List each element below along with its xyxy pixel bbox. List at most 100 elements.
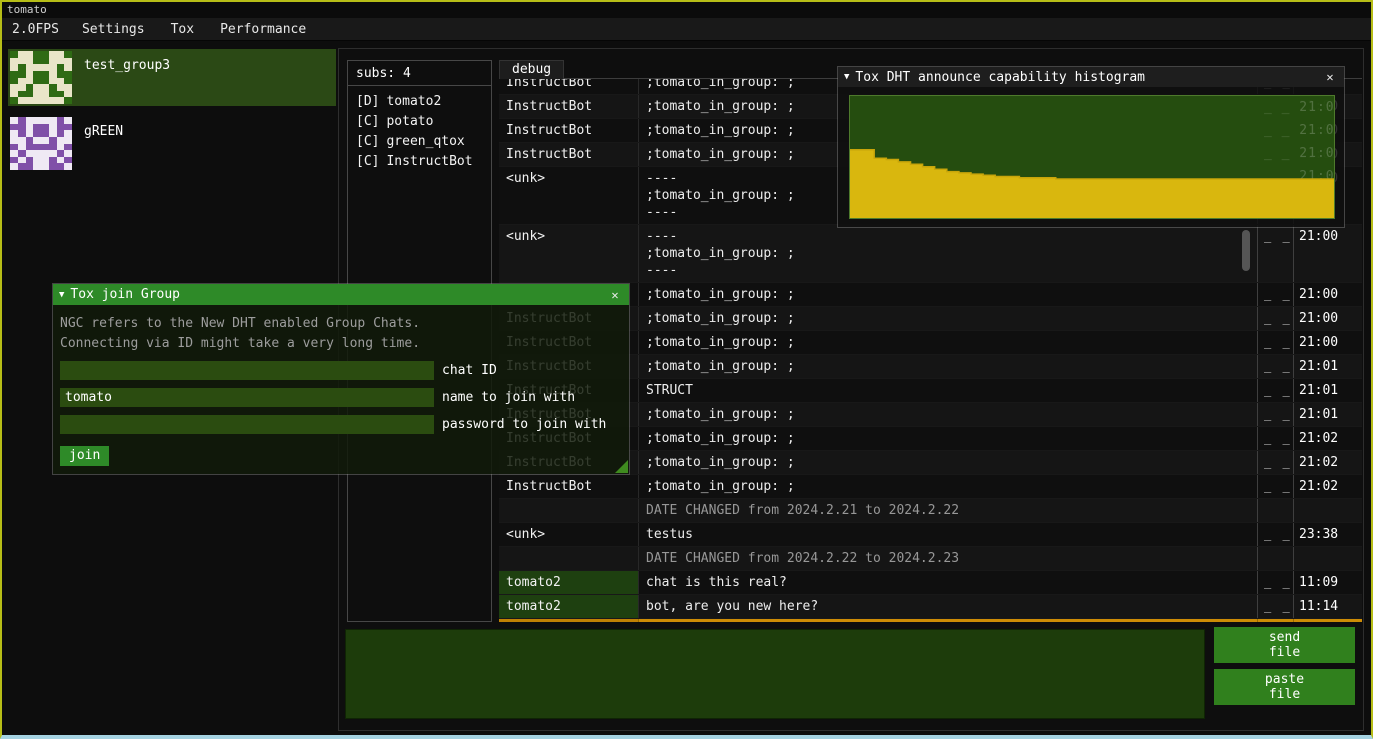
chat-status-flags: _ _ (1258, 307, 1294, 330)
date-changed-row: DATE CHANGED from 2024.2.22 to 2024.2.23 (499, 547, 1362, 571)
paste-file-label-line1: paste (1265, 672, 1304, 687)
chat-row: tomato2bot, are you new here?_ _11:14 (499, 595, 1362, 619)
fps-counter: 2.0FPS (2, 22, 69, 37)
join-input-password[interactable] (60, 415, 434, 434)
chat-sender-name: InstructBot (499, 79, 639, 94)
histogram-body: _ _ 21:00_ _ 21:00_ _ 21:00_ _ 21:00 (838, 87, 1344, 227)
chat-scrollbar-thumb[interactable] (1242, 230, 1250, 271)
chat-message-line: ---- (646, 228, 1250, 245)
member-item-tomato2[interactable]: [D] tomato2 (356, 92, 483, 112)
member-status-tag: [D] (356, 94, 379, 109)
chat-timestamp: 11:09 (1294, 571, 1362, 594)
chat-message: ;tomato_in_group: ; (639, 355, 1258, 378)
chat-status-flags: _ _ (1258, 225, 1294, 282)
chat-status-flags: _ _ (1258, 523, 1294, 546)
chat-message: STRUCT (639, 379, 1258, 402)
chat-status-flags: _ _ (1258, 283, 1294, 306)
chat-timestamp: 11:15 (1294, 619, 1362, 622)
chat-timestamp: 21:01 (1294, 379, 1362, 402)
chat-timestamp: 21:02 (1294, 427, 1362, 450)
close-icon[interactable]: ✕ (1322, 70, 1338, 84)
join-group-window: ▼ Tox join Group ✕ NGC refers to the New… (52, 283, 630, 475)
chat-flags-cell (1258, 499, 1294, 522)
chat-status-flags: _ _ (1258, 427, 1294, 450)
send-file-label-line1: send (1269, 630, 1300, 645)
join-description-line1: NGC refers to the New DHT enabled Group … (60, 314, 622, 334)
join-input-chat-id[interactable] (60, 361, 434, 380)
chat-status-flags: _ _ (1258, 331, 1294, 354)
chat-message-line: ;tomato_in_group: ; (646, 245, 1250, 262)
member-status-tag: [C] (356, 134, 379, 149)
join-group-body: NGC refers to the New DHT enabled Group … (53, 305, 629, 474)
collapse-arrow-icon[interactable]: ▼ (59, 290, 64, 300)
chat-message-line: ;tomato_in_group: ; (646, 430, 1250, 447)
date-changed-text: DATE CHANGED from 2024.2.21 to 2024.2.22 (639, 499, 1258, 522)
send-file-label-line2: file (1269, 645, 1300, 660)
chat-timestamp: 21:00 (1294, 307, 1362, 330)
chat-message-line: ;tomato_in_group: ; (646, 334, 1250, 351)
chat-message-line: ;tomato_in_group: ; (646, 454, 1250, 471)
member-name: tomato2 (386, 94, 441, 109)
send-file-button[interactable]: send file (1214, 627, 1355, 663)
histogram-plot[interactable]: _ _ 21:00_ _ 21:00_ _ 21:00_ _ 21:00 (849, 95, 1335, 219)
member-item-potato[interactable]: [C]potato (356, 112, 483, 132)
join-group-title: Tox join Group (70, 287, 601, 302)
menu-item-performance[interactable]: Performance (207, 22, 319, 37)
menu-item-tox[interactable]: Tox (158, 22, 207, 37)
chat-message-line: ;tomato_in_group: ; (646, 358, 1250, 375)
chat-flags-cell (1258, 547, 1294, 570)
chat-message: ;tomato_in_group: ; (639, 283, 1258, 306)
input-label: name to join with (442, 390, 575, 405)
join-field-row: tomato name to join with (60, 388, 622, 407)
chat-timestamp: 21:01 (1294, 403, 1362, 426)
member-item-InstructBot[interactable]: [C] InstructBot (356, 152, 483, 172)
input-value: tomato (65, 390, 112, 405)
paste-file-label-line2: file (1269, 687, 1300, 702)
histogram-area (850, 150, 1334, 218)
group-item-test_group3[interactable]: test_group3 (8, 49, 336, 106)
member-status-tag: [C] (356, 154, 379, 169)
join-button[interactable]: join (60, 446, 109, 466)
chat-time-cell (1294, 499, 1362, 522)
histogram-titlebar[interactable]: ▼ Tox DHT announce capability histogram … (838, 67, 1344, 87)
chat-timestamp: 21:00 (1294, 225, 1362, 282)
chat-name-cell (499, 499, 639, 522)
chat-row: <unk>testus_ _23:38 (499, 523, 1362, 547)
join-group-titlebar[interactable]: ▼ Tox join Group ✕ (53, 284, 629, 305)
chat-time-cell (1294, 547, 1362, 570)
chat-message: testus (639, 523, 1258, 546)
group-avatar (10, 117, 72, 170)
chat-row: <unk>----;tomato_in_group: ;----_ _21:00 (499, 225, 1362, 283)
message-input[interactable] (345, 629, 1205, 719)
chat-message-line: ;tomato_in_group: ; (646, 286, 1250, 303)
chat-row: InstructBot;tomato_in_group: ;_ _21:02 (499, 475, 1362, 499)
chat-message-line: testus (646, 526, 1250, 543)
chat-message-line: ;tomato_in_group: ; (646, 478, 1250, 495)
join-field-row: password to join with (60, 415, 622, 434)
date-changed-text: DATE CHANGED from 2024.2.22 to 2024.2.23 (639, 547, 1258, 570)
chat-message-line: ;tomato_in_group: ; (646, 310, 1250, 327)
join-input-name[interactable]: tomato (60, 388, 434, 407)
chat-status-flags: _ _ (1258, 379, 1294, 402)
join-fields: chat IDtomatoname to join withpassword t… (60, 361, 622, 434)
chat-message: ;tomato_in_group: ; (639, 427, 1258, 450)
chat-timestamp: 21:02 (1294, 475, 1362, 498)
member-item-green_qtox[interactable]: [C]green_qtox (356, 132, 483, 152)
chat-status-flags: _ _ (1258, 595, 1294, 618)
member-status-tag: [C] (356, 114, 379, 129)
chat-sender-name: <unk> (499, 523, 639, 546)
member-name: InstructBot (386, 154, 472, 169)
chat-message-line: ;tomato_in_group: ; (646, 406, 1250, 423)
menu-item-settings[interactable]: Settings (69, 22, 158, 37)
close-icon[interactable]: ✕ (607, 288, 623, 302)
chat-status-flags: _ _ (1258, 571, 1294, 594)
group-item-gREEN[interactable]: gREEN (8, 115, 336, 172)
paste-file-button[interactable]: paste file (1214, 669, 1355, 705)
app-window: tomato 2.0FPS SettingsToxPerformance tes… (0, 0, 1373, 739)
chat-status-flags: d (1258, 619, 1294, 622)
collapse-arrow-icon[interactable]: ▼ (844, 72, 849, 82)
tab-debug[interactable]: debug (499, 60, 564, 79)
chat-message: ;tomato_in_group: ; (639, 331, 1258, 354)
resize-grip-icon[interactable] (615, 460, 628, 473)
chat-status-flags: _ _ (1258, 355, 1294, 378)
